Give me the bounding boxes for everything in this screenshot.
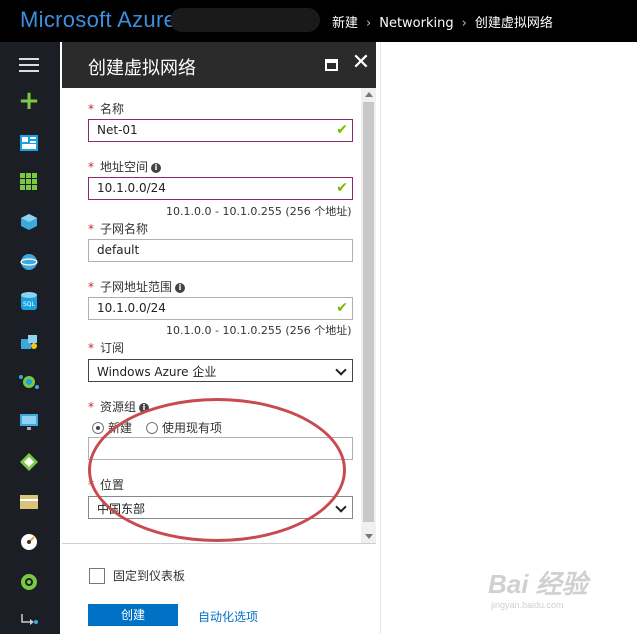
form-scrollbar[interactable] bbox=[361, 88, 376, 543]
security-icon[interactable] bbox=[18, 571, 40, 593]
breadcrumb: 新建 › Networking › 创建虚拟网络 bbox=[332, 12, 553, 31]
pin-label: 固定到仪表板 bbox=[113, 569, 186, 583]
dashboard-icon[interactable] bbox=[18, 132, 40, 154]
scrollbar-thumb[interactable] bbox=[363, 102, 374, 522]
redaction-scribble bbox=[170, 8, 320, 32]
all-resources-icon[interactable] bbox=[18, 171, 40, 193]
top-bar: Microsoft Azure 新建 › Networking › 创建虚拟网络 bbox=[0, 0, 637, 42]
scroll-down-icon[interactable] bbox=[365, 534, 373, 539]
check-icon: ✔ bbox=[336, 300, 348, 316]
scroll-up-icon[interactable] bbox=[365, 92, 373, 97]
maximize-icon[interactable] bbox=[322, 56, 340, 74]
check-icon: ✔ bbox=[336, 122, 348, 138]
pin-checkbox[interactable] bbox=[89, 568, 105, 584]
resource-group-icon[interactable] bbox=[18, 211, 40, 233]
create-button[interactable]: 创建 bbox=[88, 604, 178, 626]
blade-header: 创建虚拟网络 ✕ bbox=[62, 42, 376, 88]
blade-footer: 固定到仪表板 创建 自动化选项 bbox=[62, 543, 376, 634]
app-services-icon[interactable] bbox=[18, 251, 40, 273]
name-label: * 名称 bbox=[88, 102, 125, 116]
subnet-range-label: * 子网地址范围 i bbox=[88, 278, 186, 295]
address-space-input[interactable]: 10.1.0.0/24 ✔ bbox=[88, 177, 353, 200]
chevron-right-icon: › bbox=[366, 16, 372, 31]
subnet-range-input[interactable]: 10.1.0.0/24 ✔ bbox=[88, 297, 353, 320]
svg-text:SQL: SQL bbox=[23, 301, 36, 308]
annotation-ellipse bbox=[88, 398, 346, 542]
plus-icon[interactable]: + bbox=[18, 86, 40, 116]
chevron-down-icon bbox=[335, 364, 347, 376]
subnet-name-input[interactable]: default bbox=[88, 239, 353, 262]
check-icon: ✔ bbox=[336, 180, 348, 196]
cloud-services-icon[interactable] bbox=[18, 331, 40, 353]
subnet-name-label: * 子网名称 bbox=[88, 222, 149, 236]
watermark-url: jingyan.baidu.com bbox=[491, 600, 564, 610]
automation-options-link[interactable]: 自动化选项 bbox=[198, 608, 258, 625]
subnet-range-hint: 10.1.0.0 - 10.1.0.255 (256 个地址) bbox=[166, 324, 352, 337]
info-icon[interactable]: i bbox=[151, 163, 162, 173]
menu-icon[interactable] bbox=[18, 54, 40, 76]
breadcrumb-new[interactable]: 新建 bbox=[332, 16, 358, 31]
more-services-icon[interactable] bbox=[18, 608, 40, 630]
cdn-icon[interactable] bbox=[18, 451, 40, 473]
address-space-hint: 10.1.0.0 - 10.1.0.255 (256 个地址) bbox=[166, 205, 352, 218]
name-input[interactable]: Net-01 ✔ bbox=[88, 119, 353, 142]
monitor-icon[interactable] bbox=[18, 411, 40, 433]
brand-title[interactable]: Microsoft Azure bbox=[20, 7, 176, 33]
virtual-machines-icon[interactable] bbox=[18, 371, 40, 393]
watermark-logo: Bai 经验 bbox=[488, 569, 588, 599]
subscription-label: * 订阅 bbox=[88, 341, 125, 355]
subscription-select[interactable]: Windows Azure 企业 bbox=[88, 359, 353, 382]
info-icon[interactable]: i bbox=[175, 283, 186, 293]
watermark: Bai 经验 jingyan.baidu.com bbox=[488, 564, 588, 610]
breadcrumb-create-vnet[interactable]: 创建虚拟网络 bbox=[475, 16, 553, 31]
close-icon[interactable]: ✕ bbox=[352, 50, 370, 75]
storage-icon[interactable] bbox=[18, 491, 40, 513]
chevron-right-icon: › bbox=[461, 16, 467, 31]
sql-database-icon[interactable]: SQL bbox=[18, 291, 40, 313]
chevron-down-icon bbox=[335, 501, 347, 513]
pin-to-dashboard[interactable]: 固定到仪表板 bbox=[89, 567, 185, 584]
breadcrumb-networking[interactable]: Networking bbox=[379, 16, 453, 31]
address-space-label: * 地址空间 i bbox=[88, 158, 162, 175]
radio-new[interactable] bbox=[92, 422, 104, 434]
blade-title: 创建虚拟网络 bbox=[88, 58, 196, 79]
sidebar: + SQL bbox=[0, 42, 60, 634]
advisor-icon[interactable] bbox=[18, 531, 40, 553]
create-vnet-blade: 创建虚拟网络 ✕ * 名称 Net-01 ✔ * 地址空间 i 10.1.0.0/24… bbox=[62, 42, 376, 634]
empty-canvas bbox=[380, 42, 637, 634]
